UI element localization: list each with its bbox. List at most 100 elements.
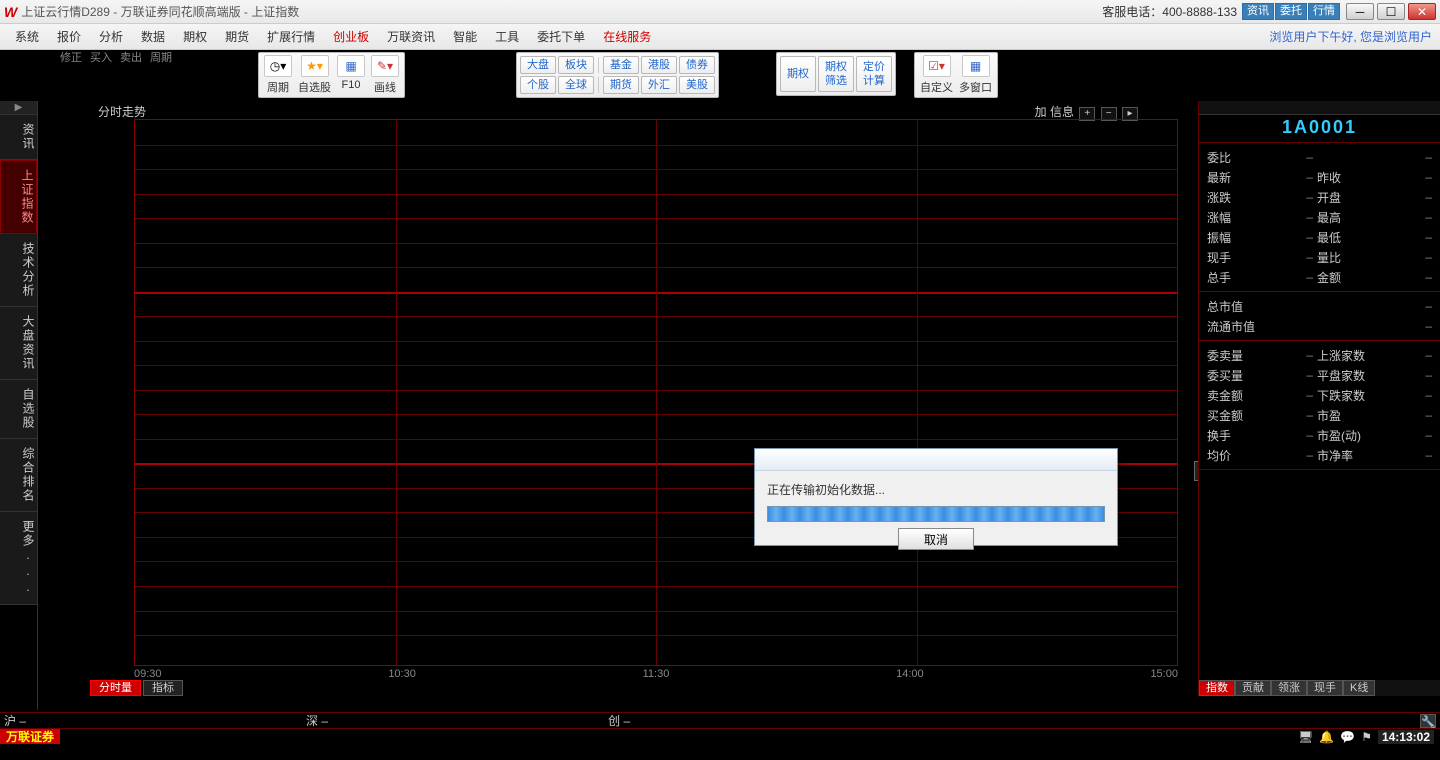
btn-forex[interactable]: 外汇 xyxy=(641,76,677,94)
btn-fund[interactable]: 基金 xyxy=(603,56,639,74)
loading-dialog: 正在传输初始化数据... 取消 xyxy=(754,448,1118,546)
stat-row: 委卖量–上涨家数– xyxy=(1207,345,1432,365)
chart-add[interactable]: 加 xyxy=(1035,105,1047,119)
btn-pricing[interactable]: 定价 计算 xyxy=(856,56,892,92)
stat-row: 总手–金额– xyxy=(1207,267,1432,287)
dialog-titlebar[interactable] xyxy=(755,449,1117,471)
sidebar-tab-more[interactable]: 更多... xyxy=(0,512,37,605)
close-button[interactable]: ✕ xyxy=(1408,3,1436,20)
right-panel: 1A0001 委比––最新–昨收–涨跌–开盘–涨幅–最高–振幅–最低–现手–量比… xyxy=(1198,101,1440,696)
tb-custom: 自定义 xyxy=(920,79,953,95)
check-icon[interactable]: ☑▾ xyxy=(923,55,951,77)
btn-option[interactable]: 期权 xyxy=(780,56,816,92)
sub-correct[interactable]: 修正 xyxy=(60,49,82,65)
menu-tools[interactable]: 工具 xyxy=(486,28,528,45)
btn-stock[interactable]: 个股 xyxy=(520,76,556,94)
flag-icon[interactable]: ⚑ xyxy=(1361,730,1372,744)
maximize-button[interactable]: ☐ xyxy=(1377,3,1405,20)
bell-icon[interactable]: 🔔 xyxy=(1319,730,1334,744)
tb-f10: F10 xyxy=(342,79,361,91)
clock-icon[interactable]: ◷▾ xyxy=(264,55,292,77)
menu-online[interactable]: 在线服务 xyxy=(594,28,660,45)
tb-fav: 自选股 xyxy=(298,79,331,95)
tb-multiwin: 多窗口 xyxy=(959,79,992,95)
menu-gem[interactable]: 创业板 xyxy=(324,28,378,45)
pencil-icon[interactable]: ✎▾ xyxy=(371,55,399,77)
left-sidebar: ▶ 资讯 上证指数 技术分析 大盘资讯 自选股 综合排名 更多... xyxy=(0,101,38,710)
btn-us[interactable]: 美股 xyxy=(679,76,715,94)
status-bar-brand: 万联证券 🖥 🔔 💬 ⚑ 14:13:02 xyxy=(0,728,1440,744)
rp-tab-kline[interactable]: K线 xyxy=(1343,680,1375,696)
multiwin-icon[interactable]: ▦ xyxy=(962,55,990,77)
brand-label: 万联证券 xyxy=(0,729,60,744)
chart-title-text: 分时走势 xyxy=(98,105,146,119)
stat-row: 总市值– xyxy=(1207,296,1432,316)
sidebar-tab-fav[interactable]: 自选股 xyxy=(0,380,37,439)
rp-tab-index[interactable]: 指数 xyxy=(1199,680,1235,696)
sidebar-collapse[interactable]: ▶ xyxy=(0,101,37,115)
menu-quote[interactable]: 报价 xyxy=(48,28,90,45)
stock-code: 1A0001 xyxy=(1199,115,1440,140)
top-info-button[interactable]: 资讯 xyxy=(1242,3,1274,20)
menu-analysis[interactable]: 分析 xyxy=(90,28,132,45)
stat-row: 涨跌–开盘– xyxy=(1207,187,1432,207)
rp-tab-now[interactable]: 现手 xyxy=(1307,680,1343,696)
stat-row: 涨幅–最高– xyxy=(1207,207,1432,227)
tb-draw: 画线 xyxy=(374,79,396,95)
btn-global[interactable]: 全球 xyxy=(558,76,594,94)
btn-hk[interactable]: 港股 xyxy=(641,56,677,74)
cancel-button[interactable]: 取消 xyxy=(898,528,974,550)
sub-period[interactable]: 周期 xyxy=(150,49,172,65)
menu-option[interactable]: 期权 xyxy=(174,28,216,45)
sidebar-tab-info[interactable]: 资讯 xyxy=(0,115,37,160)
status-sh: 沪 xyxy=(4,714,16,728)
menu-smart[interactable]: 智能 xyxy=(444,28,486,45)
sub-sell[interactable]: 卖出 xyxy=(120,49,142,65)
sidebar-tab-rank[interactable]: 综合排名 xyxy=(0,439,37,512)
sub-buy[interactable]: 买入 xyxy=(90,49,112,65)
top-quote-button[interactable]: 行情 xyxy=(1308,3,1340,20)
xaxis-t1: 10:30 xyxy=(388,668,416,682)
star-icon[interactable]: ★▾ xyxy=(301,55,329,77)
menu-system[interactable]: 系统 xyxy=(6,28,48,45)
menu-order[interactable]: 委托下单 xyxy=(528,28,594,45)
sidebar-tab-tech[interactable]: 技术分析 xyxy=(0,234,37,307)
tb-period: 周期 xyxy=(267,79,289,95)
btn-bond[interactable]: 债券 xyxy=(679,56,715,74)
toolbox-main: ◷▾ 周期 ★▾ 自选股 ▦ F10 ✎▾ 画线 xyxy=(258,52,405,98)
btn-futures[interactable]: 期货 xyxy=(603,76,639,94)
btn-dapan[interactable]: 大盘 xyxy=(520,56,556,74)
rp-tab-lead[interactable]: 领涨 xyxy=(1271,680,1307,696)
monitor-icon[interactable]: 🖥 xyxy=(1298,730,1313,744)
rp-tab-contrib[interactable]: 贡献 xyxy=(1235,680,1271,696)
chart-area: 分时走势 加 信息 + − ▸ 09:30 10:30 11:30 14:00 … xyxy=(38,101,1198,696)
toolbox-options: 期权 期权 筛选 定价 计算 xyxy=(776,52,896,96)
clock-display: 14:13:02 xyxy=(1378,730,1434,744)
stat-row: 最新–昨收– xyxy=(1207,167,1432,187)
status-sh-val: – xyxy=(19,714,26,728)
menu-futures[interactable]: 期货 xyxy=(216,28,258,45)
chart-info[interactable]: 信息 xyxy=(1050,105,1074,119)
xaxis-t4: 15:00 xyxy=(1150,668,1178,682)
btn-option-filter[interactable]: 期权 筛选 xyxy=(818,56,854,92)
sidebar-tab-sse[interactable]: 上证指数 xyxy=(0,160,37,234)
xaxis-t3: 14:00 xyxy=(896,668,924,682)
toolbox-markets: 大盘 板块 基金 港股 债券 个股 全球 期货 外汇 美股 xyxy=(516,52,719,98)
wrench-icon[interactable]: 🔧 xyxy=(1420,714,1436,728)
chart-tab-indicator[interactable]: 指标 xyxy=(143,680,183,696)
chat-icon[interactable]: 💬 xyxy=(1340,730,1355,744)
menu-extend[interactable]: 扩展行情 xyxy=(258,28,324,45)
stat-row: 均价–市净率– xyxy=(1207,445,1432,465)
btn-bankuai[interactable]: 板块 xyxy=(558,56,594,74)
grid-icon[interactable]: ▦ xyxy=(337,55,365,77)
chart-grid[interactable] xyxy=(134,119,1178,666)
minimize-button[interactable]: ─ xyxy=(1346,3,1374,20)
top-order-button[interactable]: 委托 xyxy=(1275,3,1307,20)
app-logo: W xyxy=(4,4,17,20)
menu-wlinfo[interactable]: 万联资讯 xyxy=(378,28,444,45)
menu-data[interactable]: 数据 xyxy=(132,28,174,45)
titlebar: W 上证云行情D289 - 万联证券同花顺高端版 - 上证指数 客服电话：400… xyxy=(0,0,1440,24)
status-cy: 创 xyxy=(608,714,620,728)
sidebar-tab-market[interactable]: 大盘资讯 xyxy=(0,307,37,380)
chart-tab-volume[interactable]: 分时量 xyxy=(90,680,141,696)
